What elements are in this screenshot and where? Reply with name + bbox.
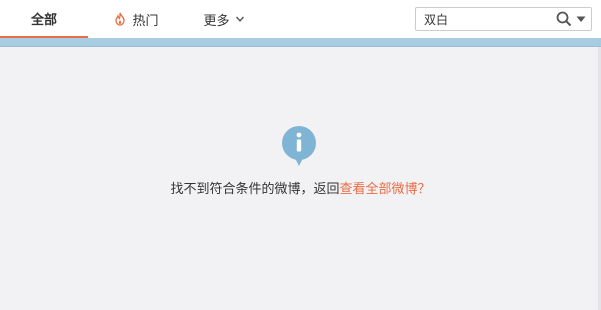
search-box bbox=[415, 7, 592, 31]
tab-hot-label: 热门 bbox=[132, 13, 159, 29]
tab-more[interactable]: 更多 bbox=[192, 0, 256, 38]
info-icon bbox=[282, 126, 316, 166]
caret-down-icon[interactable] bbox=[576, 16, 586, 23]
header-strip bbox=[0, 38, 601, 47]
top-bar: 全部 热门 更多 bbox=[0, 0, 601, 38]
fire-icon bbox=[115, 12, 126, 26]
empty-state-text: 找不到符合条件的微博，返回 bbox=[170, 182, 340, 197]
chevron-down-icon bbox=[235, 16, 244, 22]
search-input[interactable] bbox=[416, 8, 546, 30]
tab-all-label: 全部 bbox=[30, 12, 57, 28]
empty-state-panel: 找不到符合条件的微博，返回查看全部微博？ bbox=[0, 47, 601, 310]
search-icon[interactable] bbox=[556, 11, 572, 27]
tab-more-label: 更多 bbox=[203, 13, 230, 29]
tab-all[interactable]: 全部 bbox=[0, 0, 88, 38]
tab-hot[interactable]: 热门 bbox=[104, 0, 168, 38]
empty-state-message: 找不到符合条件的微博，返回查看全部微博？ bbox=[0, 178, 601, 197]
view-all-link[interactable]: 查看全部微博？ bbox=[340, 182, 431, 197]
